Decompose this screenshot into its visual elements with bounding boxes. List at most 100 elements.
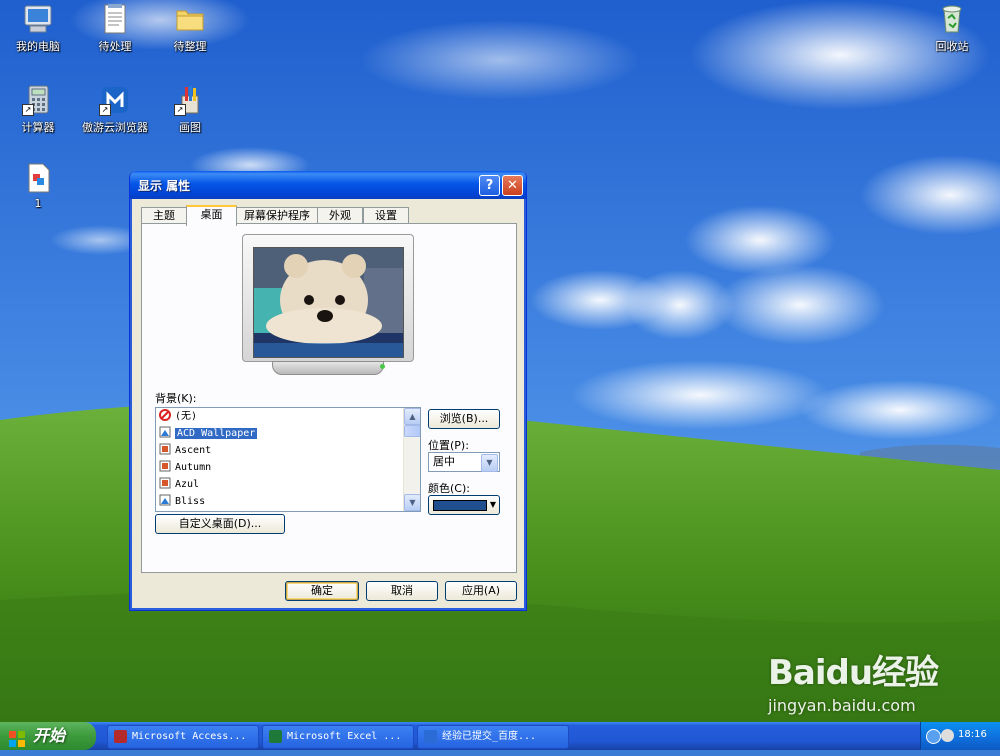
color-picker-button[interactable]: ▼ [428,495,500,515]
taskbar-button-access[interactable]: Microsoft Access... [107,725,259,749]
puppy-wallpaper-image [254,248,403,357]
list-item-label: (无) [175,411,198,422]
display-properties-dialog: 显示 属性 ? ✕ 主题 桌面 屏幕保护程序 外观 设置 背景(K): (无) … [129,171,527,611]
start-label: 开始 [33,726,66,745]
shortcut-arrow-icon: ↗ [99,104,111,116]
image-file-icon [159,494,171,506]
tray-expand-icon[interactable] [926,729,941,744]
desktop-icon-recycle-bin[interactable]: 回收站 [913,3,991,54]
maxthon-browser-icon: ↗ [99,84,131,116]
ok-button[interactable]: 确定 [285,581,359,601]
access-icon [114,730,127,743]
desktop-tab-panel: 背景(K): (无) ACD Wallpaper Ascent Autumn A… [141,223,517,573]
image-file-icon [159,477,171,489]
color-swatch [433,500,487,511]
background-listbox[interactable]: (无) ACD Wallpaper Ascent Autumn Azul Bli… [155,407,421,512]
desktop-icon-label: 计算器 [21,121,55,134]
list-item[interactable]: ACD Wallpaper [159,426,403,442]
tab-screensaver[interactable]: 屏幕保护程序 [236,207,318,224]
desktop-icon-maxthon[interactable]: ↗ 傲游云浏览器 [76,84,154,135]
tab-settings[interactable]: 设置 [363,207,409,224]
list-item-label: Bliss [175,496,206,507]
taskbar-button-label: Microsoft Excel ... [287,731,402,742]
cancel-button[interactable]: 取消 [366,581,438,601]
desktop-icon-label: 待整理 [173,40,207,53]
customize-desktop-button[interactable]: 自定义桌面(D)... [155,514,285,534]
desktop-icon-label: 待处理 [98,40,132,53]
position-select[interactable]: 居中 ▼ [428,452,500,472]
watermark-url: jingyan.baidu.com [768,696,916,715]
start-button[interactable]: 开始 [0,722,96,750]
desktop-icon-my-computer[interactable]: 我的电脑 [0,3,77,54]
taskbar-button-browser[interactable]: 经验已提交_百度... [417,725,569,749]
image-file-icon [159,426,171,438]
dialog-body: 主题 桌面 屏幕保护程序 外观 设置 背景(K): (无) ACD Wallpa… [133,199,523,607]
list-item-label: ACD Wallpaper [175,428,258,439]
shortcut-arrow-icon: ↗ [174,104,186,116]
monitor-preview [242,234,414,375]
tab-appearance[interactable]: 外观 [317,207,363,224]
monitor-bezel [242,234,414,362]
watermark-logo: Baidu经验 [768,653,939,693]
windows-logo-icon [9,728,25,747]
desktop-icon-label: 我的电脑 [16,40,60,53]
scroll-down-arrow-icon[interactable]: ▼ [404,494,420,511]
folder-icon [174,3,206,35]
list-item[interactable]: Ascent [159,443,403,459]
scroll-up-arrow-icon[interactable]: ▲ [404,408,420,425]
browser-icon [424,730,437,743]
desktop-icon-label: 回收站 [935,40,969,53]
position-value: 居中 [433,455,455,468]
chevron-down-icon: ▼ [489,500,496,509]
tab-themes[interactable]: 主题 [141,207,187,224]
clock[interactable]: 18:16 [958,729,987,740]
system-tray: 18:16 [920,722,1000,750]
list-item[interactable]: Bliss [159,494,403,510]
browse-button[interactable]: 浏览(B)... [428,409,500,429]
scrollbar-thumb[interactable] [404,425,420,437]
list-item-label: Ascent [175,445,212,456]
excel-icon [269,730,282,743]
position-label: 位置(P): [428,439,469,452]
color-label: 颜色(C): [428,482,470,495]
list-item-label: Autumn [175,462,212,473]
taskbar-button-label: Microsoft Access... [132,731,247,742]
apply-button[interactable]: 应用(A) [445,581,517,601]
list-item[interactable]: (无) [159,409,403,425]
desktop-icon-label: 傲游云浏览器 [82,121,148,134]
image-file-icon [159,443,171,455]
desktop-icon-label: 1 [34,197,42,210]
desktop-icon-calculator[interactable]: ↗ 计算器 [0,84,77,135]
desktop-icon-pending[interactable]: 待处理 [76,3,154,54]
list-item[interactable]: Autumn [159,460,403,476]
paint-icon: ↗ [174,84,206,116]
document-icon [22,162,54,194]
monitor-stand [272,361,384,375]
taskbar-button-excel[interactable]: Microsoft Excel ... [262,725,414,749]
listbox-scrollbar[interactable]: ▲ ▼ [403,408,420,511]
image-file-icon [159,460,171,472]
power-led-icon [380,364,385,369]
taskbar-button-label: 经验已提交_百度... [442,731,537,742]
dialog-title: 显示 属性 [138,179,191,193]
notepad-icon [99,3,131,35]
wallpaper-preview [253,247,404,358]
desktop-icon-to-organize[interactable]: 待整理 [151,3,229,54]
tab-desktop[interactable]: 桌面 [186,205,237,226]
dialog-titlebar[interactable]: 显示 属性 ? ✕ [130,171,526,199]
my-computer-icon [22,3,54,35]
list-item-label: Azul [175,479,200,490]
chevron-down-icon[interactable]: ▼ [481,454,498,472]
recycle-bin-icon [936,3,968,35]
taskbar: 开始 Microsoft Access... Microsoft Excel .… [0,722,1000,750]
list-item[interactable]: Azul [159,477,403,493]
desktop-icon-document-1[interactable]: 1 [0,162,77,210]
volume-icon[interactable] [941,729,954,742]
shortcut-arrow-icon: ↗ [22,104,34,116]
background-label: 背景(K): [155,392,197,405]
baidu-jingyan-watermark: Baidu经验 jingyan.baidu.com [768,645,939,715]
desktop-icon-paint[interactable]: ↗ 画图 [151,84,229,135]
desktop-icon-label: 画图 [179,121,201,134]
help-button[interactable]: ? [479,175,500,196]
close-button[interactable]: ✕ [502,175,523,196]
